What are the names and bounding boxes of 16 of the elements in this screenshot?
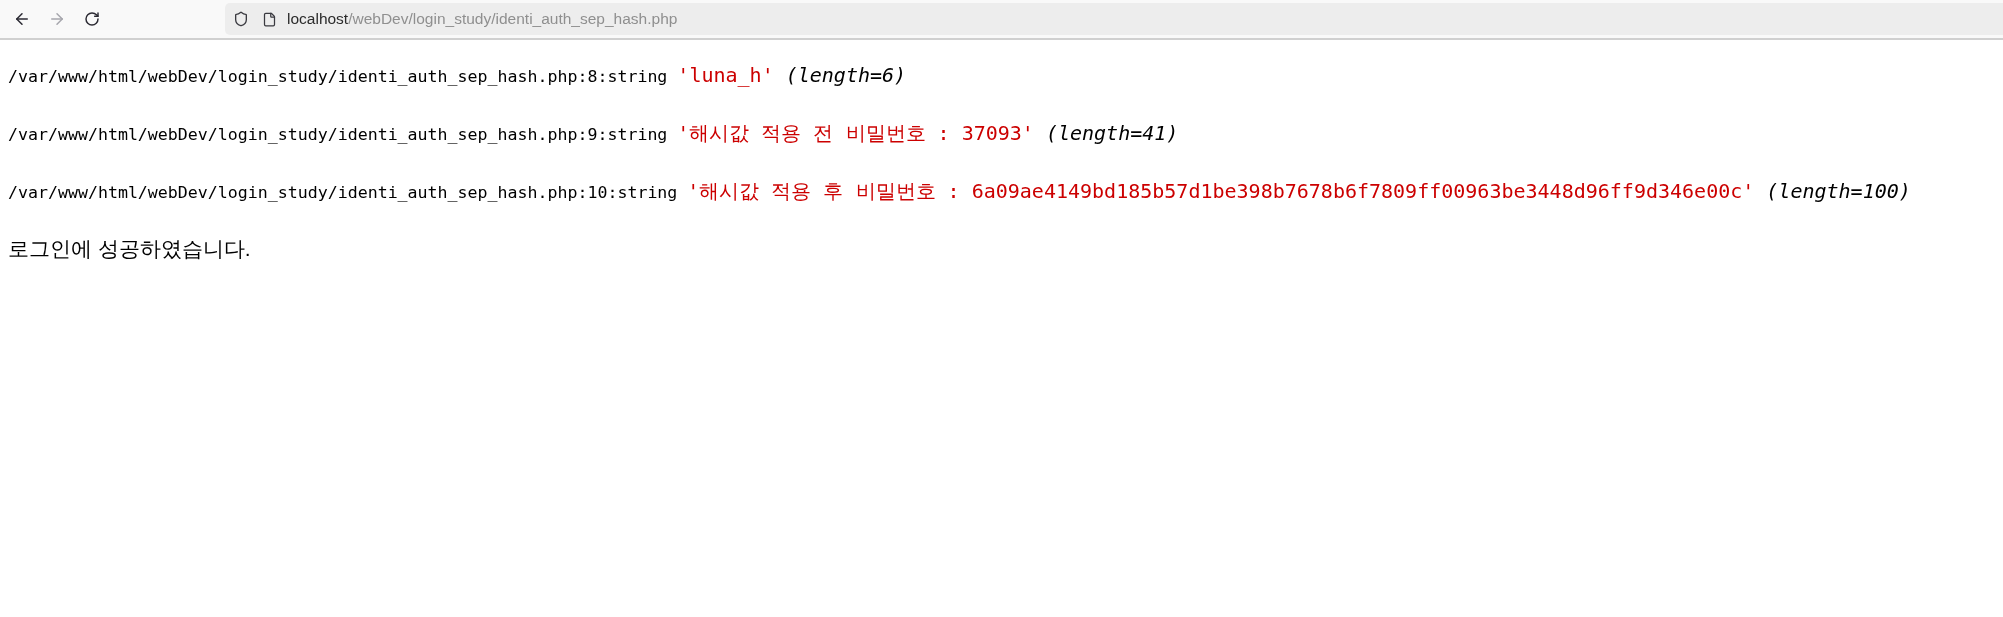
address-bar[interactable]: localhost/webDev/login_study/identi_auth_sep_hash.php [225,3,2003,35]
string-length: (length=41) [1045,120,1179,147]
dump-source: /var/www/html/webDev/login_study/identi_auth_sep_hash.php:8:string [8,66,668,88]
string-value: '해시값 적용 전 비밀번호 : 37093' [677,120,1034,147]
shield-icon[interactable] [233,11,249,27]
login-success-message: 로그인에 성공하였습니다. [8,236,251,263]
url-text: localhost/webDev/login_study/identi_auth_sep_hash.php [287,9,678,30]
string-length: (length=100) [1766,178,1911,205]
page-icon[interactable] [262,11,277,27]
dump-source: /var/www/html/webDev/login_study/identi_auth_sep_hash.php:10:string [8,182,678,204]
dump-source: /var/www/html/webDev/login_study/identi_auth_sep_hash.php:9:string [8,124,668,146]
string-value: 'luna_h' [677,62,774,89]
reload-icon [84,11,100,27]
string-length: (length=6) [785,62,907,89]
string-value: '해시값 적용 후 비밀번호 : 6a09ae4149bd185b57d1be398b7678b6f7809ff00963be3448d96ff9d346e00c' [687,178,1755,205]
forward-arrow-icon [48,10,66,28]
